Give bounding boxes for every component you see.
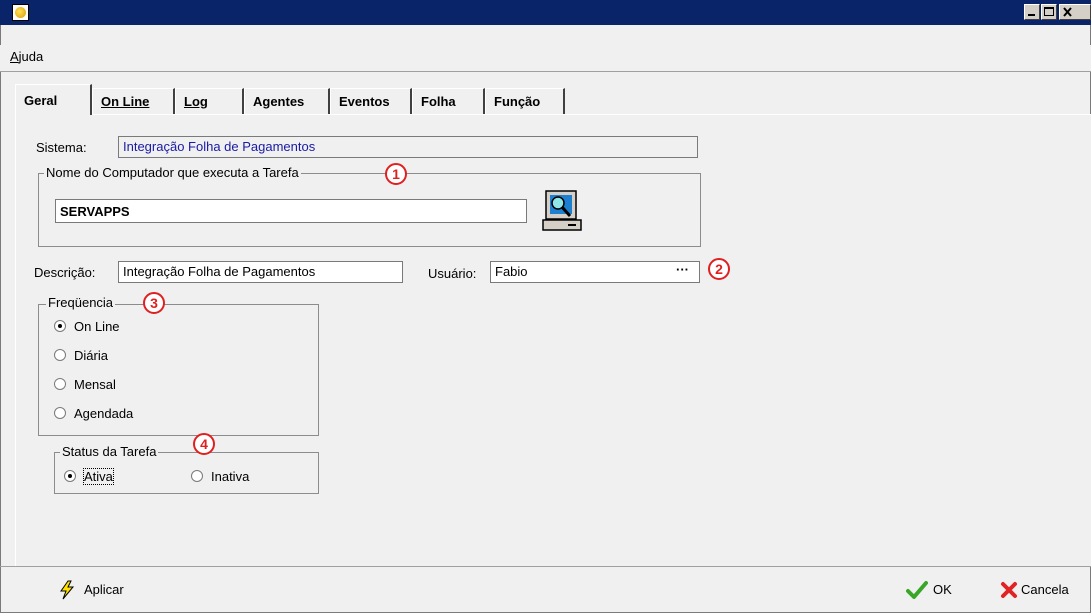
radio-mensal-label: Mensal — [74, 377, 116, 392]
tab-label: Agentes — [253, 94, 305, 109]
menu-ajuda-mnemonic: A — [10, 49, 19, 64]
usuario-lookup-button[interactable]: ··· — [676, 262, 689, 277]
callout-2: 2 — [708, 258, 730, 280]
computador-legend: Nome do Computador que executa a Tarefa — [44, 165, 301, 180]
lightning-icon — [60, 580, 75, 600]
descricao-input[interactable]: Integração Folha de Pagamentos — [118, 261, 403, 283]
frequencia-legend: Freqüencia — [46, 295, 116, 310]
tab-eventos[interactable]: Eventos — [330, 88, 412, 114]
radio-diaria-label: Diária — [74, 348, 108, 363]
aplicar-label: Aplicar — [84, 582, 124, 597]
usuario-value: Fabio — [495, 264, 528, 279]
sistema-label: Sistema: — [36, 140, 87, 155]
footer-divider — [0, 566, 1091, 567]
sistema-field: Integração Folha de Pagamentos — [118, 136, 698, 158]
tab-geral[interactable]: Geral — [15, 84, 92, 115]
radio-ativa[interactable] — [64, 470, 76, 482]
tab-label: Log — [184, 94, 208, 109]
radio-ativa-label: Ativa — [83, 468, 114, 485]
tab-label: Eventos — [339, 94, 390, 109]
title-bar[interactable] — [0, 0, 1091, 25]
computer-search-icon[interactable] — [542, 189, 584, 233]
ok-button[interactable]: OK — [906, 580, 966, 602]
descricao-label: Descrição: — [34, 265, 96, 280]
menu-divider — [0, 71, 1091, 72]
radio-online[interactable] — [54, 320, 66, 332]
callout-4: 4 — [193, 433, 215, 455]
radio-agendada-label: Agendada — [74, 406, 134, 421]
tab-agentes[interactable]: Agentes — [244, 88, 330, 114]
radio-online-label: On Line — [74, 319, 120, 334]
computador-value: SERVAPPS — [60, 204, 130, 219]
tab-label: Geral — [24, 93, 58, 108]
tab-folha[interactable]: Folha — [412, 88, 485, 114]
checkmark-icon — [906, 581, 928, 599]
cancela-button[interactable]: Cancela — [1000, 580, 1091, 602]
tab-online[interactable]: On Line — [92, 88, 175, 114]
menu-ajuda-label: juda — [18, 49, 44, 64]
app-icon[interactable] — [12, 4, 29, 21]
usuario-input[interactable]: Fabio — [490, 261, 700, 283]
tab-log[interactable]: Log — [175, 88, 244, 114]
tab-label: On Line — [101, 94, 150, 109]
menu-ajuda[interactable]: Ajuda — [10, 49, 43, 64]
x-icon — [1001, 582, 1017, 598]
radio-diaria[interactable] — [54, 349, 66, 361]
status-legend: Status da Tarefa — [60, 444, 159, 459]
radio-agendada[interactable] — [54, 407, 66, 419]
aplicar-button[interactable]: Aplicar — [58, 580, 148, 602]
descricao-value: Integração Folha de Pagamentos — [123, 264, 316, 279]
computador-input[interactable]: SERVAPPS — [55, 199, 527, 223]
tab-label: Função — [494, 94, 541, 109]
radio-mensal[interactable] — [54, 378, 66, 390]
minimize-icon[interactable] — [1024, 4, 1040, 20]
radio-inativa[interactable] — [191, 470, 203, 482]
close-icon[interactable] — [1059, 4, 1091, 20]
tab-funcao[interactable]: Função — [485, 88, 565, 114]
sistema-value: Integração Folha de Pagamentos — [123, 139, 316, 154]
menu-bar: Ajuda — [0, 45, 1091, 71]
ok-label: OK — [933, 582, 952, 597]
usuario-label: Usuário: — [428, 266, 477, 281]
radio-inativa-label: Inativa — [211, 469, 250, 484]
callout-3: 3 — [143, 292, 165, 314]
maximize-icon[interactable] — [1041, 4, 1057, 20]
tab-label: Folha — [421, 94, 456, 109]
cancela-label: Cancela — [1021, 582, 1069, 597]
callout-1: 1 — [385, 163, 407, 185]
